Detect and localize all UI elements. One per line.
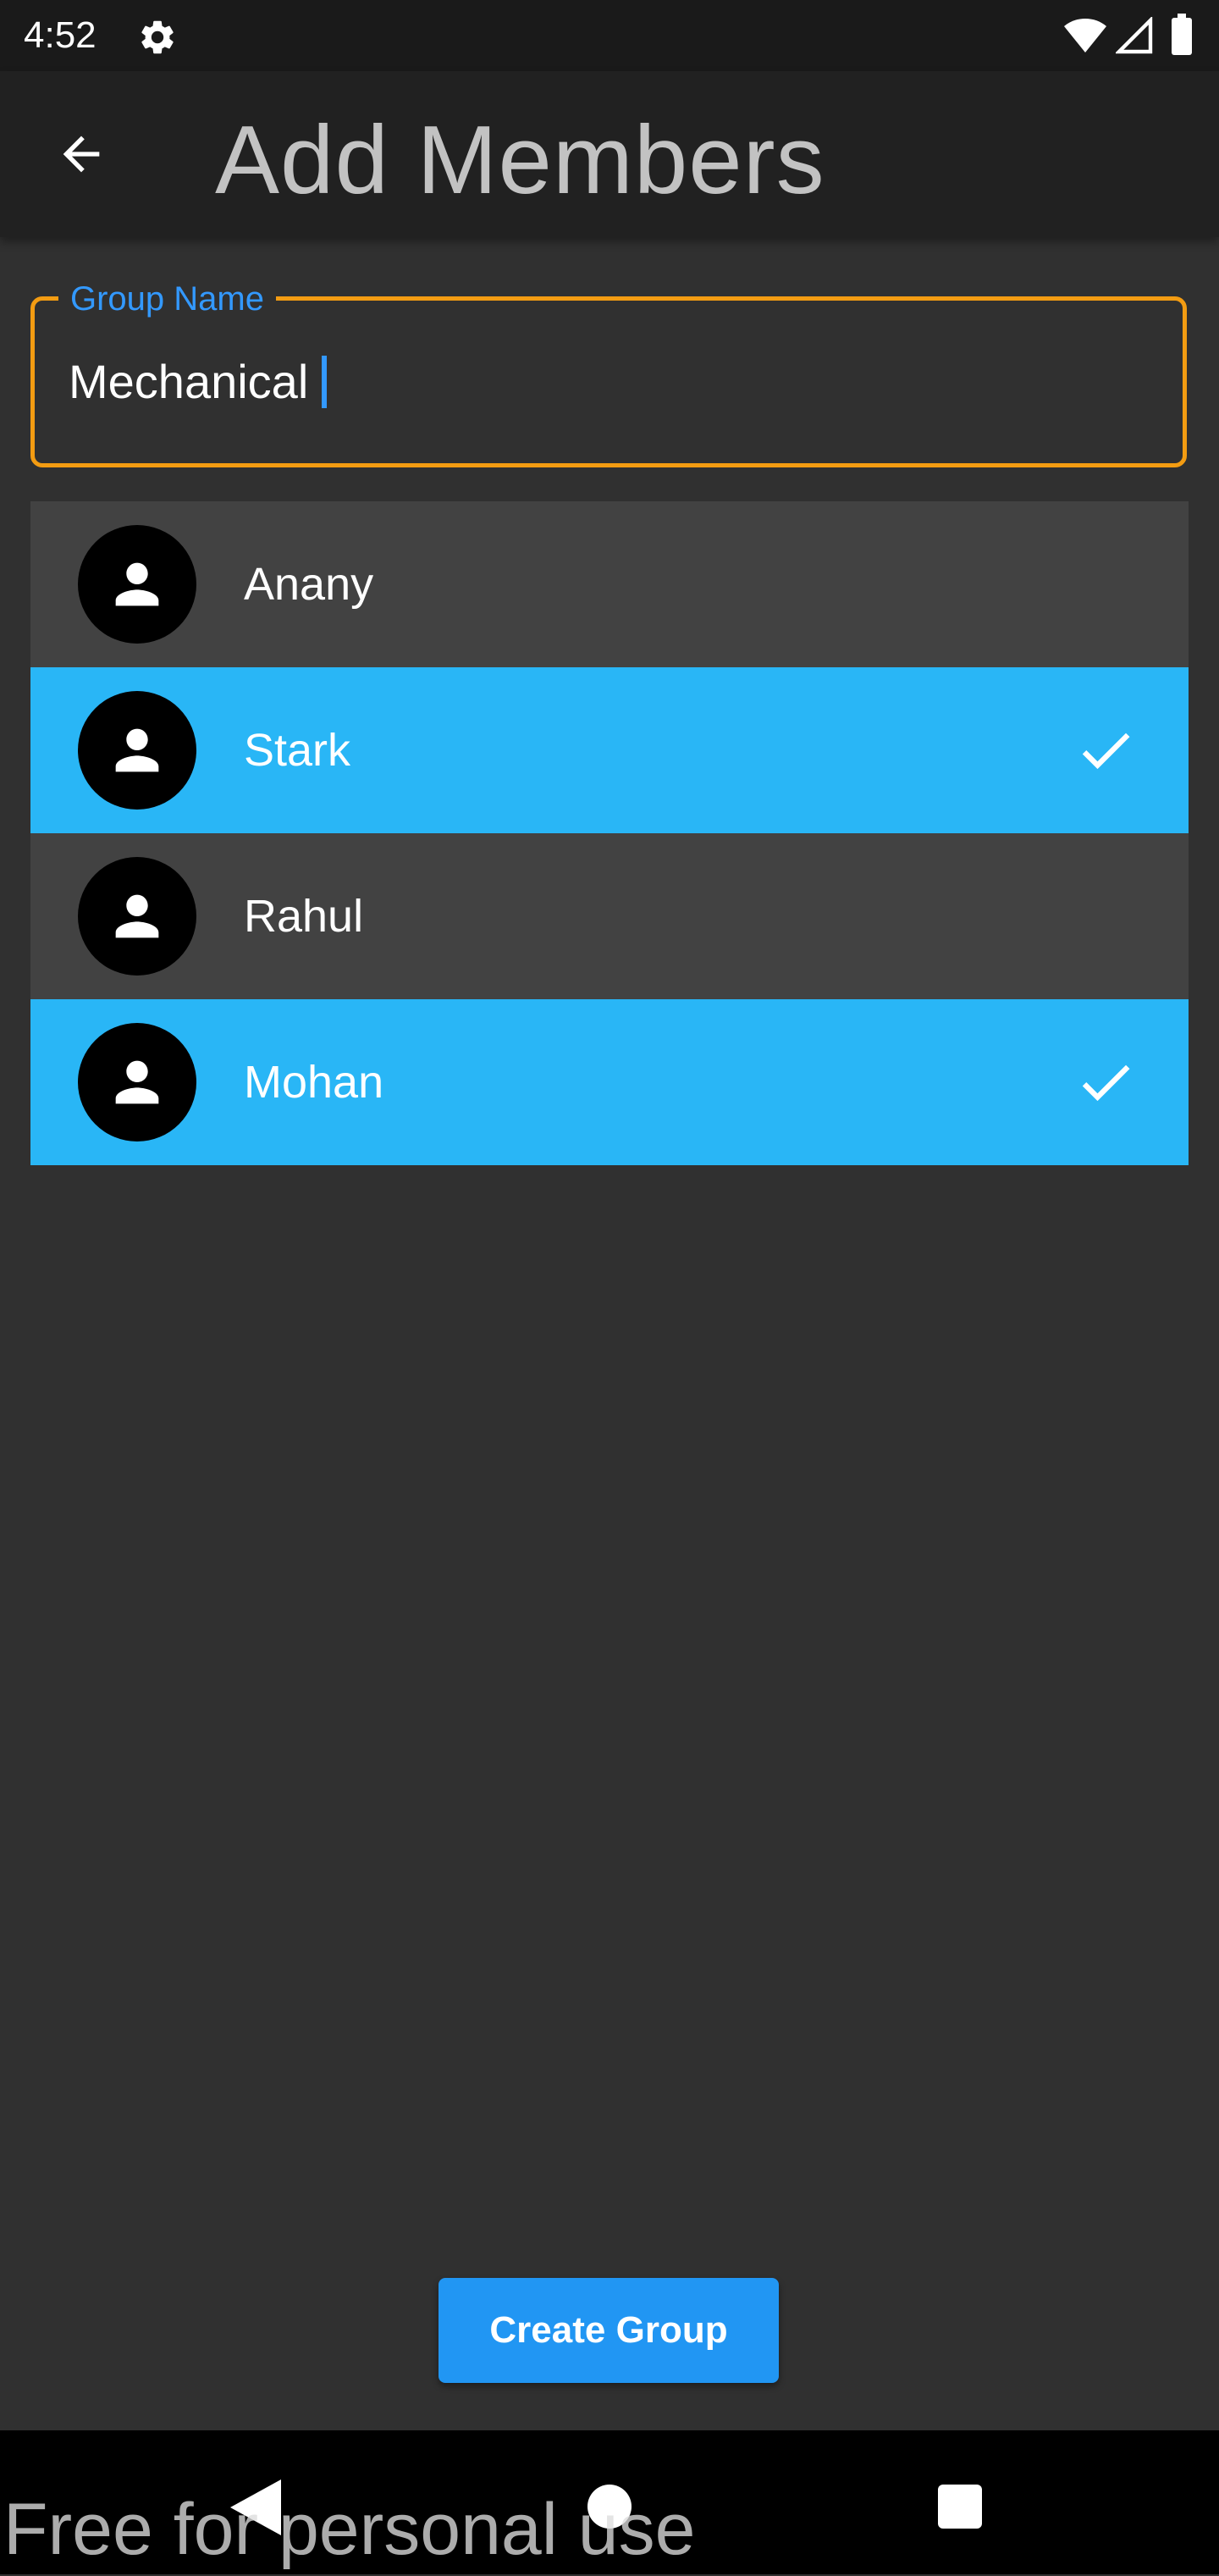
check-icon (1082, 1064, 1130, 1102)
member-row[interactable]: Rahul (30, 833, 1189, 999)
app-bar: Add Members (0, 71, 1219, 237)
status-bar: 4:52 (0, 0, 1219, 71)
group-name-field[interactable]: Group Name Mechanical (30, 282, 1187, 467)
page-title: Add Members (215, 107, 825, 214)
status-time: 4:52 (24, 14, 97, 56)
group-name-label: Group Name (58, 282, 276, 316)
create-group-button[interactable]: Create Group (439, 2278, 779, 2383)
member-name: Mohan (244, 1057, 384, 1108)
signal-icon (1116, 17, 1153, 54)
nav-recents-icon[interactable] (938, 2485, 982, 2529)
arrow-back-icon (63, 135, 100, 173)
person-icon (115, 894, 159, 938)
check-icon (1082, 732, 1130, 770)
avatar (78, 525, 196, 644)
person-icon (115, 1060, 159, 1104)
avatar (78, 857, 196, 976)
group-name-value: Mechanical (69, 355, 309, 408)
member-row[interactable]: Stark (30, 667, 1189, 833)
watermark: Free for personal use (3, 2489, 696, 2570)
member-name: Stark (244, 725, 351, 776)
battery-icon (1172, 14, 1192, 55)
avatar (78, 691, 196, 810)
person-icon (115, 562, 159, 606)
member-row[interactable]: Anany (30, 501, 1189, 667)
group-name-input[interactable]: Mechanical (69, 351, 328, 412)
wifi-icon (1064, 19, 1106, 53)
member-name: Rahul (244, 891, 364, 942)
member-list: Anany Stark Rahul Mohan (30, 501, 1189, 1165)
member-name: Anany (244, 559, 374, 610)
avatar (78, 1023, 196, 1142)
person-icon (115, 728, 159, 772)
text-cursor (322, 356, 328, 408)
back-button[interactable] (47, 120, 115, 188)
member-row[interactable]: Mohan (30, 999, 1189, 1165)
gear-icon (141, 20, 174, 54)
